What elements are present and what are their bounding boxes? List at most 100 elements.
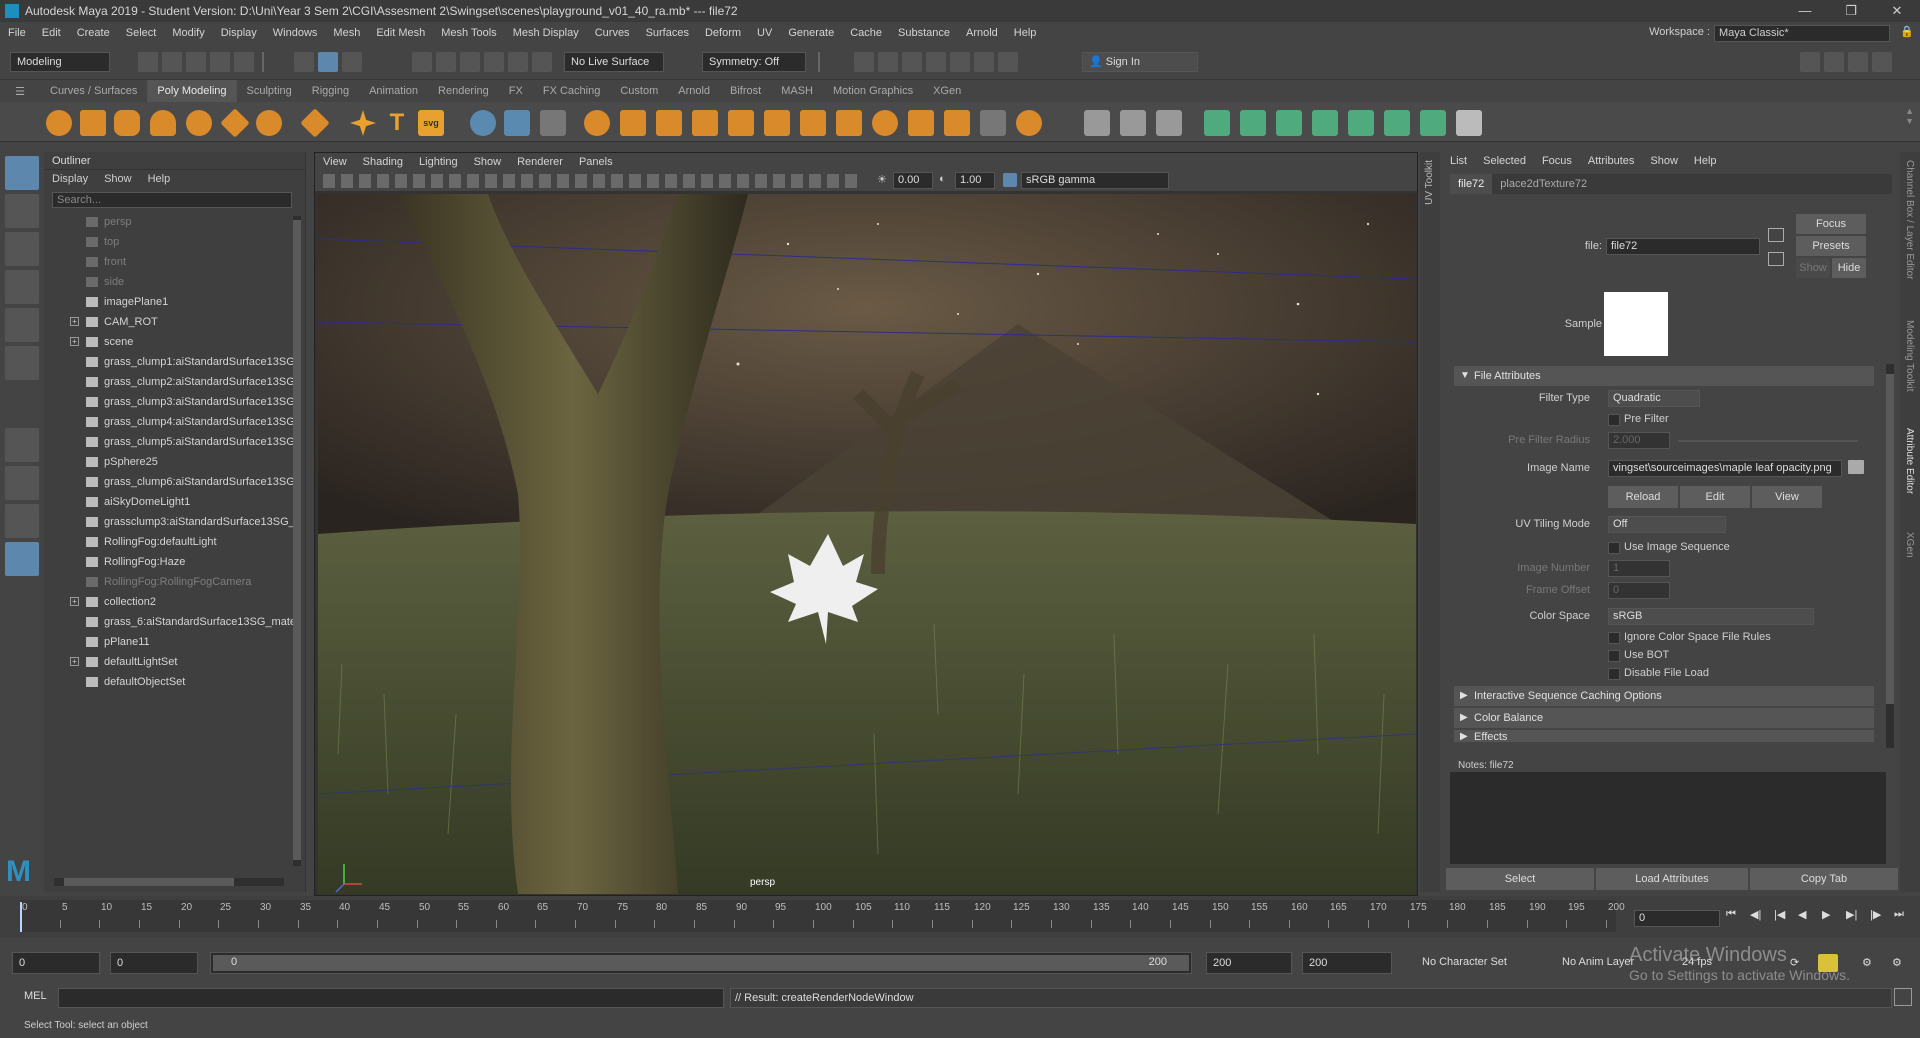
pre-filter-checkbox[interactable] <box>1608 414 1620 426</box>
modeling-toolkit-tab[interactable]: Modeling Toolkit <box>1904 320 1915 392</box>
super-shape-icon[interactable] <box>350 110 376 136</box>
outliner-item[interactable]: grass_6:aiStandardSurface13SG_mate <box>44 612 305 632</box>
outliner-item[interactable]: persp <box>44 212 305 232</box>
outliner-item[interactable]: top <box>44 232 305 252</box>
weld-icon[interactable] <box>944 110 970 136</box>
copy-tab-button[interactable]: Copy Tab <box>1750 868 1898 890</box>
outliner-item[interactable]: + scene <box>44 332 305 352</box>
render-sequence-icon[interactable] <box>878 52 898 72</box>
smooth-mesh-icon[interactable] <box>872 110 898 136</box>
step-forward-key-icon[interactable]: |▶ <box>1870 908 1892 921</box>
ae-menu-attributes[interactable]: Attributes <box>1580 152 1642 170</box>
combine-icon[interactable] <box>470 110 496 136</box>
section-effects[interactable]: ▶ Effects <box>1454 730 1874 742</box>
pause-icon[interactable] <box>998 52 1018 72</box>
type-tool-icon[interactable]: T <box>384 110 410 136</box>
pre-filter-radius-field[interactable]: 2.000 <box>1608 432 1670 449</box>
tab-custom[interactable]: Custom <box>610 80 668 102</box>
tab-curves-surfaces[interactable]: Curves / Surfaces <box>40 80 147 102</box>
select-object-icon[interactable] <box>318 52 338 72</box>
menu-windows[interactable]: Windows <box>265 22 326 44</box>
uv-editor-icon[interactable] <box>1384 110 1410 136</box>
delete-history-icon[interactable] <box>1456 110 1482 136</box>
multi-cut-icon[interactable] <box>1016 110 1042 136</box>
menu-select[interactable]: Select <box>118 22 165 44</box>
ae-menu-help[interactable]: Help <box>1686 152 1725 170</box>
outliner-item[interactable]: + collection2 <box>44 592 305 612</box>
mode-select[interactable]: Modeling <box>10 52 110 72</box>
playback-end-field[interactable]: 200 <box>1206 952 1292 974</box>
animation-prefs-icon[interactable]: ⚙ <box>1862 956 1872 969</box>
outliner-item[interactable]: imagePlane1 <box>44 292 305 312</box>
expand-icon[interactable]: + <box>70 317 79 326</box>
menu-edit[interactable]: Edit <box>34 22 69 44</box>
pre-filter-radius-slider[interactable] <box>1678 440 1858 442</box>
current-frame-field[interactable]: 0 <box>1634 910 1720 927</box>
outliner-item[interactable]: front <box>44 252 305 272</box>
notes-textarea[interactable] <box>1450 772 1886 864</box>
two-layout-icon[interactable] <box>5 504 39 538</box>
poly-cone-icon[interactable] <box>150 110 176 136</box>
play-forward-icon[interactable]: ▶ <box>1822 908 1844 921</box>
script-editor-icon[interactable] <box>1894 988 1912 1006</box>
ae-scrollbar[interactable] <box>1886 364 1894 748</box>
outliner-item[interactable]: pSphere25 <box>44 452 305 472</box>
input-connection-icon[interactable] <box>1768 228 1784 242</box>
snap-grid-icon[interactable] <box>412 52 432 72</box>
redo-icon[interactable] <box>234 52 254 72</box>
end-time-field[interactable]: 200 <box>1302 952 1392 974</box>
spherical-uv-icon[interactable] <box>1276 110 1302 136</box>
ae-tab-place2dtexture72[interactable]: place2dTexture72 <box>1492 174 1595 194</box>
uv-tiling-mode-select[interactable]: Off <box>1608 516 1726 533</box>
ae-menu-show[interactable]: Show <box>1642 152 1686 170</box>
snap-curve-icon[interactable] <box>436 52 456 72</box>
paint-select-icon[interactable] <box>5 232 39 266</box>
tab-rendering[interactable]: Rendering <box>428 80 499 102</box>
tab-animation[interactable]: Animation <box>359 80 428 102</box>
outliner-menu-help[interactable]: Help <box>140 170 179 188</box>
modeling-toolkit-icon[interactable] <box>1800 52 1820 72</box>
view-button[interactable]: View <box>1752 486 1822 508</box>
mirror-icon[interactable] <box>908 110 934 136</box>
use-image-sequence-checkbox[interactable] <box>1608 542 1620 554</box>
lasso-tool-icon[interactable] <box>5 194 39 228</box>
menu-display[interactable]: Display <box>213 22 265 44</box>
new-scene-icon[interactable] <box>138 52 158 72</box>
section-file-attributes[interactable]: ▼ File Attributes <box>1454 366 1874 386</box>
show-button[interactable]: Show <box>1796 258 1830 278</box>
output-connection-icon[interactable] <box>1768 252 1784 266</box>
hide-button[interactable]: Hide <box>1832 258 1866 278</box>
split-icon[interactable] <box>836 110 862 136</box>
folder-icon[interactable] <box>1848 460 1864 474</box>
workspace-select[interactable]: Maya Classic* <box>1714 25 1890 42</box>
vp-menu-show[interactable]: Show <box>466 153 510 171</box>
undo-icon[interactable] <box>210 52 230 72</box>
expand-icon[interactable]: + <box>70 337 79 346</box>
poly-disc-icon[interactable] <box>256 110 282 136</box>
go-to-start-icon[interactable]: ⏮ <box>1726 908 1748 921</box>
outliner-search-input[interactable]: Search... <box>52 192 292 208</box>
auto-uv-icon[interactable] <box>1312 110 1338 136</box>
outliner-item[interactable]: RollingFog:RollingFogCamera <box>44 572 305 592</box>
ipr-render-icon[interactable] <box>902 52 922 72</box>
fill-hole-icon[interactable] <box>764 110 790 136</box>
tab-mash[interactable]: MASH <box>771 80 823 102</box>
tab-motion-graphics[interactable]: Motion Graphics <box>823 80 923 102</box>
gamma-field[interactable]: 1.00 <box>955 172 995 189</box>
focus-button[interactable]: Focus <box>1796 214 1866 234</box>
outliner-hscrollbar[interactable] <box>54 878 284 886</box>
tab-sculpting[interactable]: Sculpting <box>237 80 302 102</box>
menu-mesh-tools[interactable]: Mesh Tools <box>433 22 504 44</box>
rotate-tool-icon[interactable] <box>5 308 39 342</box>
minimize-icon[interactable]: — <box>1782 0 1828 22</box>
outliner-item[interactable]: aiSkyDomeLight1 <box>44 492 305 512</box>
menu-arnold[interactable]: Arnold <box>958 22 1006 44</box>
tab-fx[interactable]: FX <box>499 80 533 102</box>
render-frame-icon[interactable] <box>854 52 874 72</box>
extrude-icon[interactable] <box>620 110 646 136</box>
live-surface-select[interactable]: No Live Surface <box>564 52 664 72</box>
ignore-color-space-rules-checkbox[interactable] <box>1608 632 1620 644</box>
sign-in-button[interactable]: 👤 Sign In <box>1082 52 1198 72</box>
color-management-icon[interactable] <box>1003 173 1017 187</box>
outliner-item[interactable]: side <box>44 272 305 292</box>
